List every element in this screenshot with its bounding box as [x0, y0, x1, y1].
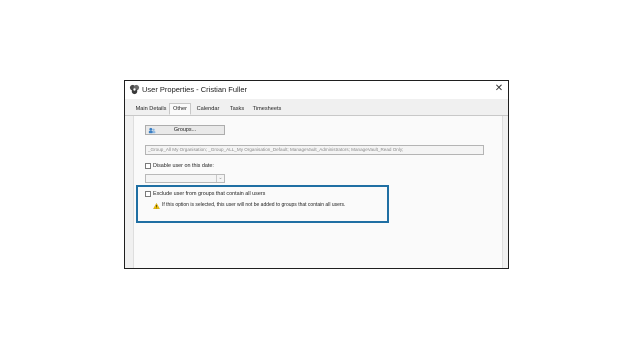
tab-label: Timesheets	[252, 106, 282, 112]
app-logo-icon	[129, 84, 140, 95]
tab-label: Main Details	[135, 106, 167, 112]
exclude-groups-checkbox[interactable]	[145, 191, 151, 197]
exclude-warning-text: If this option is selected, this user wi…	[162, 202, 346, 208]
disable-user-checkbox[interactable]	[145, 163, 151, 169]
tab-bar: Main Details Other Calendar Tasks Timesh…	[125, 103, 508, 116]
chevron-down-icon[interactable]: ⌄	[216, 175, 224, 182]
tab-tasks[interactable]: Tasks	[225, 104, 249, 115]
close-icon[interactable]: ✕	[492, 82, 506, 96]
groups-list-field[interactable]: _Group_All My Organisation; _Group_ALL_M…	[145, 145, 484, 155]
tab-label: Other	[173, 106, 187, 112]
warning-icon	[153, 203, 160, 209]
exclude-groups-label: Exclude user from groups that contain al…	[153, 191, 266, 197]
tab-calendar[interactable]: Calendar	[195, 104, 221, 115]
disable-date-picker[interactable]: ⌄	[145, 174, 225, 183]
tab-label: Tasks	[229, 106, 245, 112]
title-bar: User Properties - Cristian Fuller ✕	[125, 81, 508, 99]
other-tab-panel: Groups... _Group_All My Organisation; _G…	[133, 116, 503, 268]
groups-button[interactable]: Groups...	[145, 125, 225, 135]
window-title: User Properties - Cristian Fuller	[142, 85, 248, 94]
tab-main-details[interactable]: Main Details	[135, 104, 167, 115]
disable-user-label: Disable user on this date:	[153, 163, 214, 169]
tab-timesheets[interactable]: Timesheets	[252, 104, 282, 115]
user-properties-dialog: User Properties - Cristian Fuller ✕ Main…	[124, 80, 509, 269]
tab-other[interactable]: Other	[169, 103, 191, 115]
tab-label: Calendar	[196, 106, 220, 112]
groups-button-label: Groups...	[173, 127, 197, 133]
